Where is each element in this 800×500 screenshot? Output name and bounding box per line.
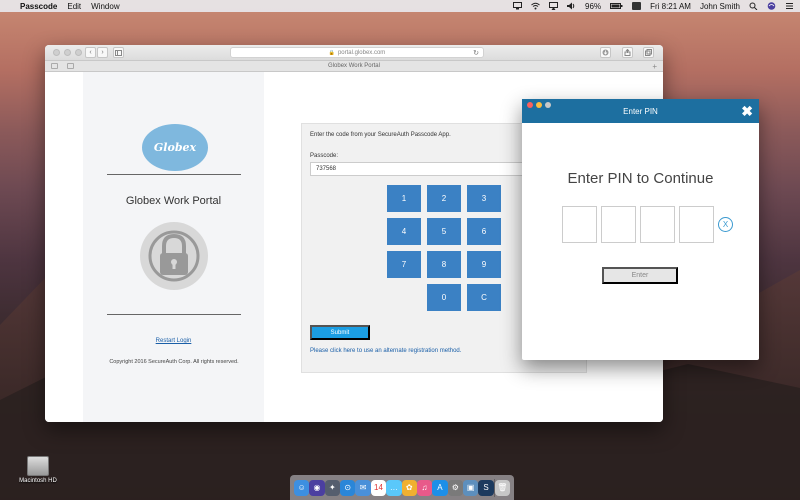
menu-edit[interactable]: Edit [67,0,81,12]
pin-digit-field[interactable] [679,206,714,243]
browser-toolbar: ‹ › 🔒 portal.globex.com ↻ [45,45,663,61]
alternate-registration-link[interactable]: Please click here to use an alternate re… [310,348,461,354]
url-text: portal.globex.com [337,49,386,56]
key-clear[interactable]: C [467,284,501,311]
pin-minimize-dot[interactable] [536,102,542,108]
mail-icon[interactable]: ✉ [355,479,371,496]
battery-percent: 96% [585,1,602,11]
messages-icon[interactable]: … [386,479,402,496]
desktop-disk[interactable]: Macintosh HD [18,456,58,484]
pin-zoom-dot[interactable] [545,102,551,108]
restart-login-link[interactable]: Restart Login [83,338,264,344]
preview-icon[interactable]: ▣ [462,479,479,496]
keypad: 1 2 3 4 5 6 7 8 9 0 C [387,185,501,313]
key-7[interactable]: 7 [387,251,421,278]
clear-pin-button[interactable]: X [718,217,733,232]
minimize-window-button[interactable] [64,49,71,56]
display-icon[interactable] [513,2,523,10]
menu-icon[interactable] [785,2,794,10]
padlock-icon [140,222,208,290]
calendar-icon[interactable]: 14 [370,479,387,496]
passcode-label: Passcode: [310,153,339,159]
system-preferences-icon[interactable]: ⚙ [447,479,463,496]
key-9[interactable]: 9 [467,251,501,278]
portal-sidebar: Globex Globex Work Portal Restart Login … [83,72,264,422]
user-name[interactable]: John Smith [700,2,740,11]
share-icon[interactable] [622,47,633,58]
close-icon[interactable]: ✖ [741,103,753,119]
hard-drive-icon [27,456,49,476]
dock: ☺ ◉ ✦ ⊙ ✉ 14… ✿ ♫ A ⚙ ▣ S 🗑 [290,475,514,500]
safari-icon[interactable]: ⊙ [340,479,356,496]
passcode-instruction: Enter the code from your SecureAuth Pass… [310,132,451,138]
new-tab-button[interactable]: + [652,62,657,71]
trash-icon[interactable]: 🗑 [494,479,510,496]
spotlight-icon[interactable] [749,2,758,11]
key-6[interactable]: 6 [467,218,501,245]
app-menu-passcode[interactable]: Passcode [20,0,57,12]
pin-dialog-title: Enter PIN [623,106,658,116]
key-3[interactable]: 3 [467,185,501,212]
photos-icon[interactable]: ✿ [401,479,417,496]
pin-heading: Enter PIN to Continue [567,170,714,187]
portal-title: Globex Work Portal [125,195,222,207]
menu-window[interactable]: Window [91,0,119,12]
battery-icon[interactable] [610,2,623,10]
launchpad-icon[interactable]: ✦ [324,479,341,496]
airplay-icon[interactable] [549,2,559,10]
key-8[interactable]: 8 [427,251,461,278]
tab-bar: Globex Work Portal + [45,61,663,72]
tabs-overview-icon[interactable] [643,47,654,58]
zoom-window-button[interactable] [75,49,82,56]
key-5[interactable]: 5 [427,218,461,245]
submit-button[interactable]: Submit [310,325,370,340]
divider [107,314,241,315]
volume-icon[interactable] [567,2,576,10]
pin-digit-field[interactable] [562,206,597,243]
back-button[interactable]: ‹ [85,47,96,58]
close-window-button[interactable] [53,49,60,56]
pin-dialog-header: Enter PIN ✖ [522,99,759,123]
finder-icon[interactable]: ☺ [294,479,310,496]
pin-dialog: Enter PIN ✖ Enter PIN to Continue X Ente… [522,99,759,360]
tab-title[interactable]: Globex Work Portal [328,63,380,69]
forward-button[interactable]: › [97,47,108,58]
top-sites-icon[interactable] [67,63,74,69]
status-area: 96% Fri 8:21 AM John Smith [513,0,794,12]
key-1[interactable]: 1 [387,185,421,212]
pin-close-dot[interactable] [527,102,533,108]
key-4[interactable]: 4 [387,218,421,245]
wifi-icon[interactable] [531,2,540,10]
key-2[interactable]: 2 [427,185,461,212]
flag-icon[interactable] [632,2,642,10]
appstore-icon[interactable]: A [432,479,448,496]
menu-bar: Passcode Edit Window 96% Fri 8:21 AM Joh… [0,0,800,12]
globex-logo: Globex [142,124,208,171]
pin-window-controls [527,102,551,108]
download-icon[interactable] [600,47,611,58]
copyright-text: Copyright 2016 SecureAuth Corp. All righ… [109,359,239,365]
enter-button[interactable]: Enter [602,267,678,284]
sidebar-toggle-icon[interactable] [113,47,124,58]
window-controls [53,49,82,56]
divider [107,174,241,175]
pin-digit-field[interactable] [640,206,675,243]
reload-icon[interactable]: ↻ [473,49,479,57]
disk-label: Macintosh HD [19,478,57,484]
pin-digit-field[interactable] [601,206,636,243]
lock-icon: 🔒 [328,49,335,56]
passcode-icon[interactable]: S [478,479,494,496]
siri-icon[interactable]: ◉ [309,479,325,496]
key-0[interactable]: 0 [427,284,461,311]
bookmarks-icon[interactable] [51,63,58,69]
clock[interactable]: Fri 8:21 AM [650,2,691,11]
address-bar[interactable]: 🔒 portal.globex.com ↻ [230,47,484,58]
siri-icon[interactable] [767,2,776,10]
itunes-icon[interactable]: ♫ [416,479,433,496]
